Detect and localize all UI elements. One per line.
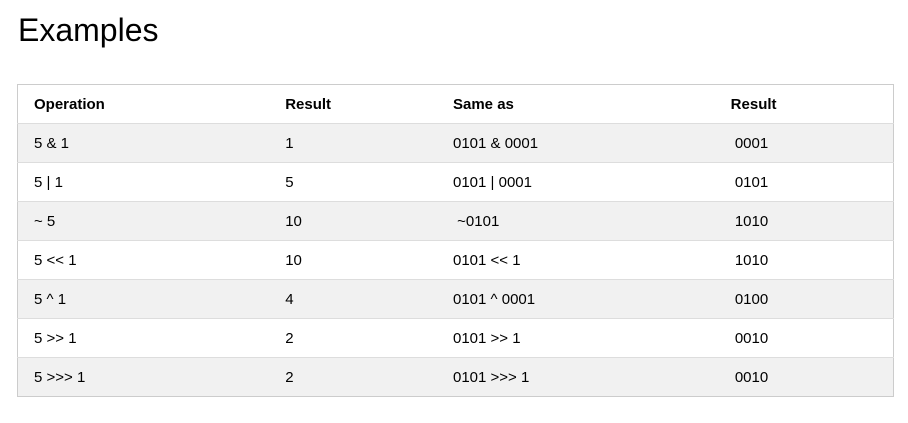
- table-header-row: Operation Result Same as Result: [17, 84, 894, 124]
- table-row: 5 ^ 1 4 0101 ^ 0001 0100: [17, 279, 894, 319]
- table-row: 5 >>> 1 2 0101 >>> 1 0010: [17, 357, 894, 397]
- cell-operation: 5 >> 1: [17, 318, 270, 358]
- table-row: 5 | 1 5 0101 | 0001 0101: [17, 162, 894, 202]
- cell-operation: 5 | 1: [17, 162, 270, 202]
- header-binary-result: Result: [714, 84, 894, 124]
- cell-result: 2: [285, 368, 294, 386]
- cell-binary-result: 1010: [714, 240, 894, 280]
- header-result: Result: [269, 84, 437, 124]
- cell-operation: 5 ^ 1: [17, 279, 270, 319]
- cell-result: 10: [269, 201, 437, 241]
- header-same-as: Same as: [437, 84, 715, 124]
- cell-same-as: 0101 << 1: [437, 240, 715, 280]
- cell-result: 5: [269, 162, 437, 202]
- cell-same-as: 0101 & 0001: [437, 123, 715, 163]
- cell-operation: ~ 5: [17, 201, 270, 241]
- page: Examples Operation Result Same as Result…: [0, 0, 908, 423]
- cell-result: 4: [269, 279, 437, 319]
- table-row: 5 & 1 1 0101 & 0001 0001: [17, 123, 894, 163]
- cell-result: 2: [269, 318, 437, 358]
- cell-binary-result: 1010: [714, 201, 894, 241]
- cell-binary-result: 0101: [714, 162, 894, 202]
- table-row: 5 << 1 10 0101 << 1 1010: [17, 240, 894, 280]
- cell-binary-result: 0010: [714, 318, 894, 358]
- cell-binary-result: 0001: [714, 123, 894, 163]
- cell-result: 1: [269, 123, 437, 163]
- examples-table: Operation Result Same as Result 5 & 1 1 …: [17, 84, 894, 397]
- cell-same-as: 0101 >>> 1: [453, 368, 530, 386]
- cell-operation: 5 << 1: [17, 240, 270, 280]
- header-operation: Operation: [17, 84, 270, 124]
- table-row: ~ 5 10 ~0101 1010: [17, 201, 894, 241]
- cell-binary-result: 0010: [730, 368, 769, 386]
- cell-same-as: 0101 | 0001: [437, 162, 715, 202]
- cell-binary-result: 0100: [714, 279, 894, 319]
- cell-same-as: 0101 >> 1: [437, 318, 715, 358]
- section-heading: Examples: [18, 12, 159, 48]
- cell-operation: 5 >>> 1: [34, 368, 86, 386]
- cell-same-as: ~0101: [437, 201, 715, 241]
- cell-same-as: 0101 ^ 0001: [437, 279, 715, 319]
- cell-result: 10: [269, 240, 437, 280]
- table-row: 5 >> 1 2 0101 >> 1 0010: [17, 318, 894, 358]
- cell-operation: 5 & 1: [17, 123, 270, 163]
